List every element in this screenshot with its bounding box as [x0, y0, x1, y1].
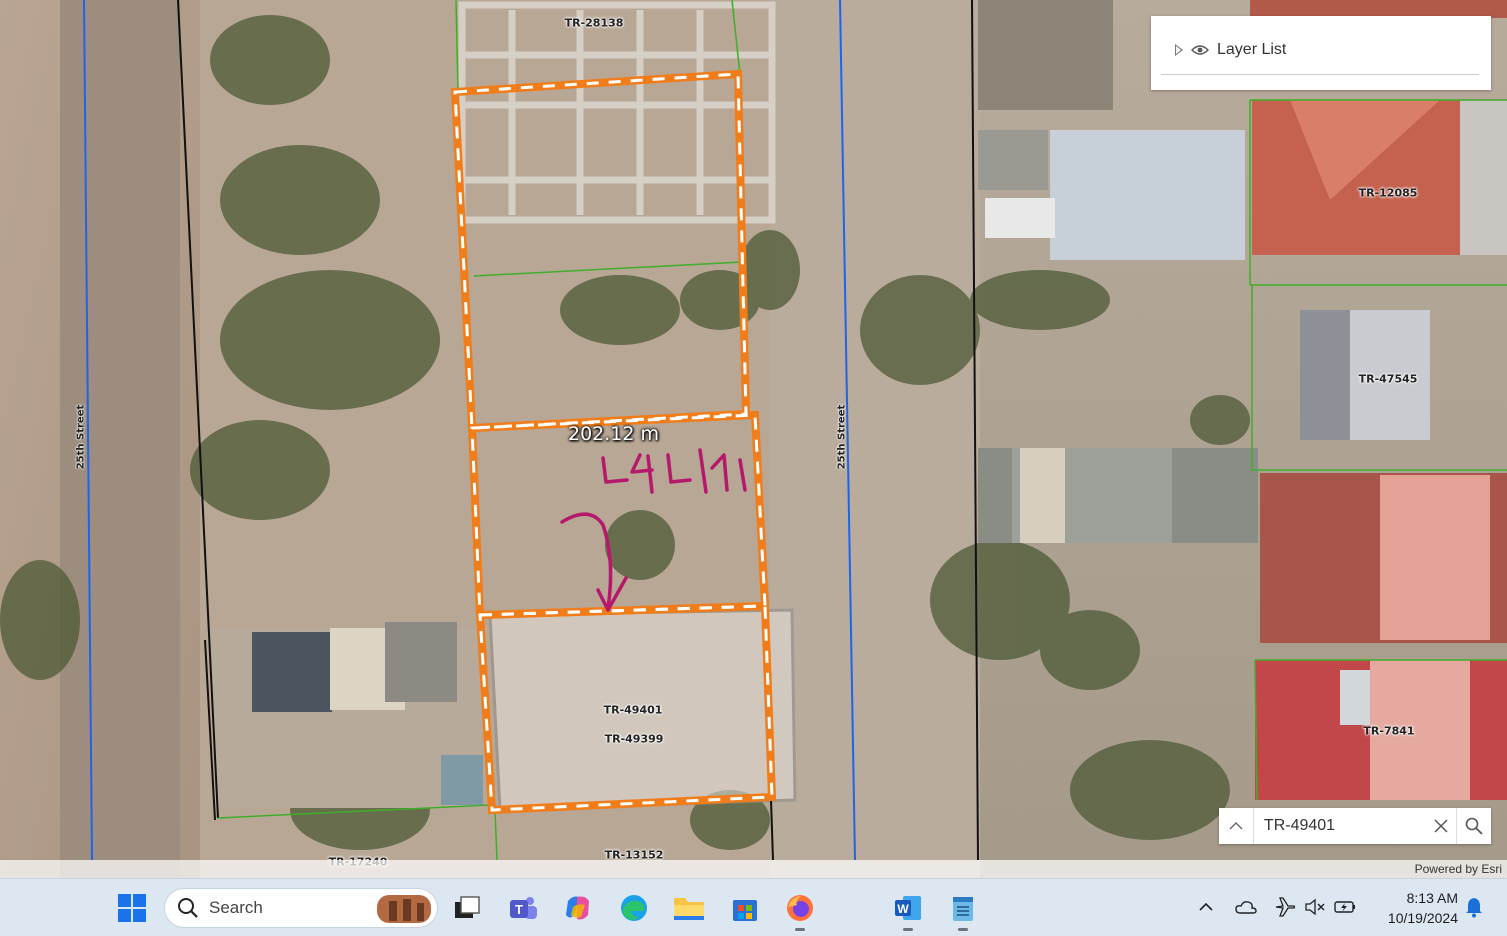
cloud-icon [1235, 901, 1257, 914]
edge-icon [621, 895, 647, 921]
street-label: 25th Street [836, 404, 848, 470]
battery-charging-icon [1334, 901, 1355, 913]
store-icon [733, 900, 757, 921]
svg-text:T: T [515, 902, 523, 917]
teams-button[interactable]: T [506, 891, 540, 925]
bell-icon [1466, 898, 1482, 918]
start-button[interactable] [115, 891, 149, 925]
word-button[interactable]: W [891, 891, 925, 925]
street-label: 25th Street [75, 404, 87, 470]
parcel-label: TR-12085 [1358, 186, 1418, 200]
close-icon [1434, 819, 1448, 833]
parcel-label: TR-49401 [603, 703, 663, 717]
volume-button[interactable] [1303, 895, 1327, 919]
layer-list-header[interactable]: Layer List [1161, 26, 1479, 75]
notepad-icon [953, 897, 973, 921]
svg-text:W: W [897, 902, 909, 916]
attribution[interactable]: Powered by Esri [0, 860, 1507, 878]
file-explorer-button[interactable] [672, 891, 706, 925]
chevron-up-icon [1229, 822, 1243, 830]
running-indicator [958, 928, 968, 931]
task-view-button[interactable] [450, 891, 484, 925]
folder-icon [674, 898, 704, 920]
volume-muted-icon [1305, 898, 1325, 916]
onedrive-button[interactable] [1234, 895, 1258, 919]
measurement-label: 202.12 m [568, 423, 660, 445]
search-icon [178, 898, 198, 918]
search-input[interactable] [1261, 816, 1426, 836]
search-submit-button[interactable] [1456, 808, 1491, 844]
parcel-label: TR-47545 [1358, 372, 1418, 386]
copilot-button[interactable] [561, 891, 595, 925]
taskbar: Search T W 8:13 AM 10/19/2024 [0, 878, 1507, 936]
parcel-label: TR-28138 [564, 16, 624, 30]
edge-button[interactable] [617, 891, 651, 925]
clock-date: 10/19/2024 [1387, 910, 1458, 926]
task-view-icon [455, 896, 480, 918]
windows-logo-icon [118, 894, 146, 922]
layer-list-title: Layer List [1217, 41, 1287, 58]
running-indicator [903, 928, 913, 931]
taskbar-search-label: Search [209, 898, 263, 917]
map-view[interactable]: TR-28138 TR-12085 TR-47545 TR-49401 TR-4… [0, 0, 1507, 878]
notepad-button[interactable] [946, 891, 980, 925]
aerial-imagery [0, 0, 1507, 878]
search-icon [1465, 817, 1483, 835]
notifications-button[interactable] [1462, 895, 1486, 919]
parcel-label: TR-49399 [604, 732, 664, 746]
search-widget [1219, 808, 1491, 844]
eye-icon[interactable] [1191, 44, 1209, 56]
word-icon: W [895, 896, 921, 920]
battery-button[interactable] [1333, 895, 1357, 919]
clear-search-button[interactable] [1426, 808, 1456, 844]
show-hidden-icons-button[interactable] [1194, 895, 1218, 919]
running-indicator [795, 928, 805, 931]
airplane-mode-button[interactable] [1273, 895, 1297, 919]
layer-list-panel: Layer List [1151, 16, 1491, 90]
clock[interactable]: 8:13 AM 10/19/2024 [1370, 888, 1458, 928]
microsoft-store-button[interactable] [728, 891, 762, 925]
firefox-button[interactable] [783, 891, 817, 925]
chevron-up-icon [1199, 902, 1213, 911]
airplane-icon [1275, 897, 1296, 917]
firefox-icon [787, 895, 813, 921]
search-highlight-image-icon [377, 895, 431, 923]
copilot-icon [566, 896, 589, 920]
expand-caret-icon[interactable] [1175, 44, 1183, 56]
taskbar-search-box[interactable]: Search [164, 888, 438, 928]
clock-time: 8:13 AM [1406, 890, 1458, 906]
parcel-label: TR-7841 [1363, 724, 1415, 738]
teams-icon: T [510, 897, 537, 919]
search-options-toggle[interactable] [1219, 808, 1254, 844]
